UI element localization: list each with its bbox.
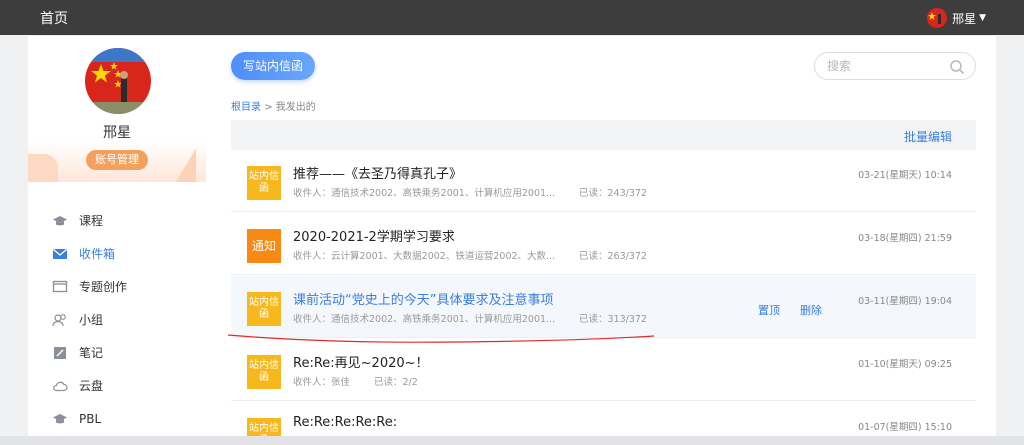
window-icon — [52, 279, 68, 295]
letter-badge: 站内信函 — [247, 355, 281, 389]
message-date: 01-07(星期四) 15:10 — [858, 422, 952, 433]
sidebar-item-course[interactable]: 课程 — [28, 204, 206, 237]
sidebar: 邢星 账号管理 课程 收件箱 专题创作 小组 笔记 云盘 PBL — [28, 36, 206, 436]
pbl-icon — [52, 411, 68, 427]
sidebar-item-pbl[interactable]: PBL — [28, 402, 206, 435]
user-avatar-small — [927, 8, 948, 28]
compose-button[interactable]: 写站内信函 — [231, 52, 315, 80]
sidebar-nav: 课程 收件箱 专题创作 小组 笔记 云盘 PBL — [28, 204, 206, 435]
pin-button[interactable]: 置顶 — [758, 302, 780, 318]
profile-name: 邢星 — [103, 125, 131, 141]
message-row[interactable]: 站内信函 Re:Re:Re:Re:Re: 01-07(星期四) 15:10 — [231, 402, 976, 436]
message-row[interactable]: 站内信函 课前活动“党史上的今天”具体要求及注意事项 收件人：通信技术2002、… — [231, 276, 976, 338]
message-recipients: 收件人：云计算2001、大数据2002、铁道运营2002、大数... — [293, 251, 556, 262]
user-name: 邢星 — [952, 11, 977, 26]
message-recipients: 收件人：张佳 — [293, 377, 351, 388]
message-read-count: 已读：2/2 — [374, 377, 418, 388]
message-recipients: 收件人：通信技术2002、高铁乘务2001、计算机应用2001... — [293, 314, 556, 325]
delete-button[interactable]: 删除 — [800, 302, 822, 318]
sidebar-item-inbox[interactable]: 收件箱 — [28, 237, 206, 270]
sidebar-item-topic[interactable]: 专题创作 — [28, 270, 206, 303]
message-recipients: 收件人：通信技术2002、高铁乘务2001、计算机应用2001... — [293, 188, 556, 199]
letter-badge: 站内信函 — [247, 418, 281, 436]
letter-badge: 站内信函 — [247, 292, 281, 326]
batch-edit-button[interactable]: 批量编辑 — [904, 128, 952, 145]
user-menu[interactable]: 邢星 ▼ — [927, 8, 986, 28]
message-title[interactable]: Re:Re:Re:Re:Re: — [293, 415, 397, 430]
sidebar-item-label: 收件箱 — [79, 247, 116, 261]
message-title[interactable]: 课前活动“党史上的今天”具体要求及注意事项 — [293, 289, 553, 308]
search-box[interactable] — [814, 52, 976, 80]
message-date: 03-21(星期天) 10:14 — [858, 170, 952, 181]
avatar[interactable] — [85, 48, 151, 114]
message-title[interactable]: 2020-2021-2学期学习要求 — [293, 226, 455, 245]
main-content: 写站内信函 根目录 > 我发出的 批量编辑 站内信函 推荐——《去圣乃得真孔子》… — [206, 36, 996, 436]
message-read-count: 已读：243/372 — [579, 188, 647, 199]
sidebar-item-label: 笔记 — [79, 346, 104, 360]
message-read-count: 已读：263/372 — [579, 251, 647, 262]
message-read-count: 已读：313/372 — [579, 314, 647, 325]
message-row[interactable]: 通知 2020-2021-2学期学习要求 收件人：云计算2001、大数据2002… — [231, 213, 976, 275]
sidebar-item-label: 小组 — [79, 313, 104, 327]
message-date: 03-11(星期四) 19:04 — [858, 296, 952, 307]
chevron-down-icon: ▼ — [979, 13, 986, 23]
message-date: 01-10(星期天) 09:25 — [858, 359, 952, 370]
sidebar-item-cloud[interactable]: 云盘 — [28, 369, 206, 402]
note-icon — [52, 345, 68, 361]
sidebar-item-label: 专题创作 — [79, 280, 128, 294]
cap-icon — [52, 213, 68, 229]
notice-badge: 通知 — [247, 229, 281, 263]
breadcrumb-separator: > — [264, 102, 273, 113]
search-icon[interactable] — [949, 59, 965, 75]
sidebar-item-label: PBL — [79, 411, 102, 426]
search-input[interactable] — [827, 58, 947, 74]
breadcrumb: 根目录 > 我发出的 — [231, 98, 316, 113]
group-icon — [52, 312, 68, 328]
home-link[interactable]: 首页 — [40, 8, 68, 28]
sidebar-item-label: 云盘 — [79, 379, 104, 393]
decorative-shape — [28, 154, 58, 182]
account-manage-button[interactable]: 账号管理 — [86, 150, 148, 170]
message-title[interactable]: 推荐——《去圣乃得真孔子》 — [293, 163, 462, 182]
window-bottom-edge — [0, 436, 1024, 445]
sidebar-item-notes[interactable]: 笔记 — [28, 336, 206, 369]
message-date: 03-18(星期四) 21:59 — [858, 233, 952, 244]
message-row[interactable]: 站内信函 推荐——《去圣乃得真孔子》 收件人：通信技术2002、高铁乘务2001… — [231, 150, 976, 212]
decorative-shape — [176, 148, 196, 182]
message-title[interactable]: Re:Re:再见~2020~！ — [293, 352, 429, 371]
message-row[interactable]: 站内信函 Re:Re:再见~2020~！ 收件人：张佳 已读：2/2 01-10… — [231, 339, 976, 401]
list-header: 批量编辑 — [231, 120, 976, 150]
top-bar: 首页 邢星 ▼ — [0, 0, 1024, 35]
inbox-icon — [52, 246, 68, 262]
cloud-icon — [52, 378, 68, 394]
breadcrumb-current: 我发出的 — [275, 102, 316, 113]
breadcrumb-root[interactable]: 根目录 — [231, 102, 261, 113]
sidebar-item-label: 课程 — [79, 214, 104, 228]
sidebar-item-group[interactable]: 小组 — [28, 303, 206, 336]
letter-badge: 站内信函 — [247, 166, 281, 200]
